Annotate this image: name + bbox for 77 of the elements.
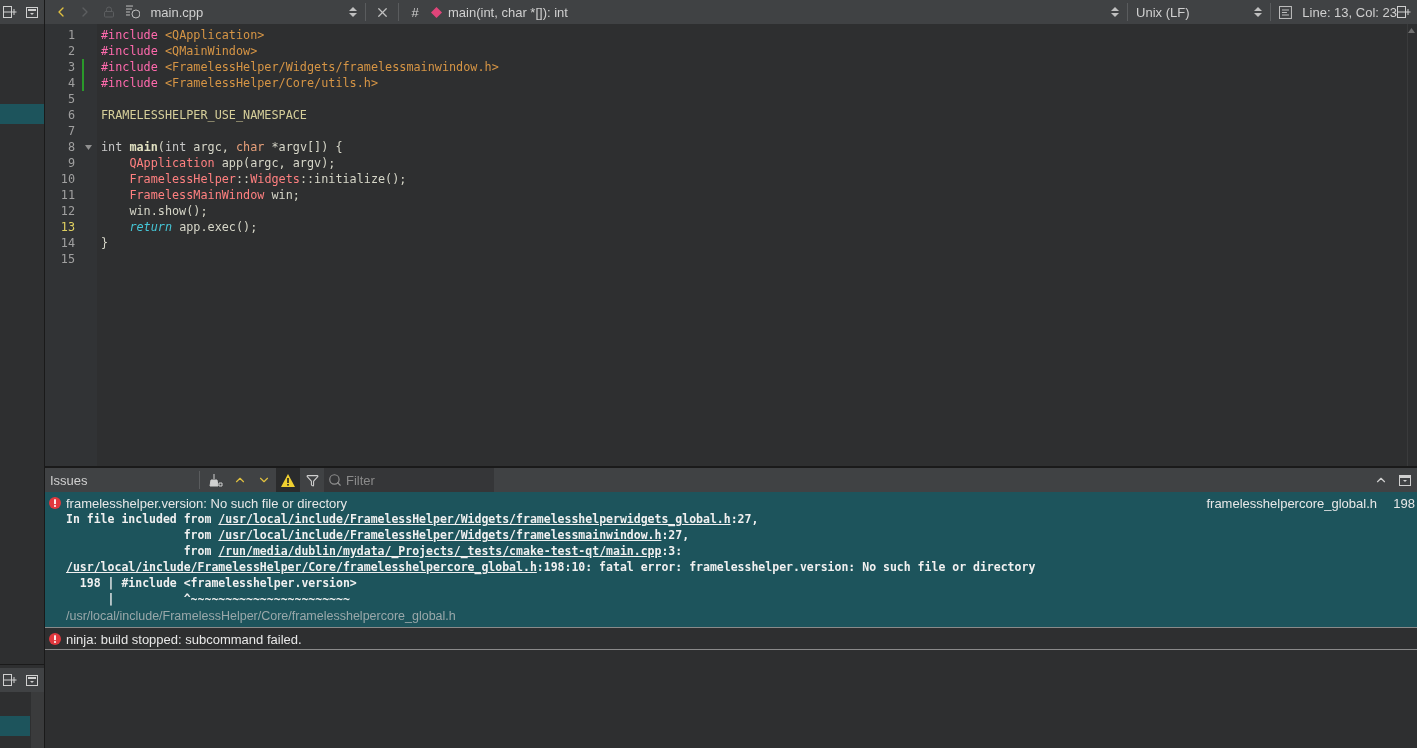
line-number: 2 xyxy=(66,43,76,59)
code-line: #include <QApplication> xyxy=(101,27,265,43)
line-number: 13 xyxy=(59,219,76,235)
file-link[interactable]: /usr/local/include/FramelessHelper/Widgets/framelessmainwindow.h xyxy=(218,528,662,542)
document-icon[interactable] xyxy=(1279,5,1293,19)
compiler-output: from xyxy=(182,544,213,558)
fold-arrow-icon[interactable] xyxy=(85,145,92,150)
split-add-icon[interactable] xyxy=(3,6,17,18)
scrollbar[interactable] xyxy=(31,692,44,748)
file-link[interactable]: /usr/local/include/FramelessHelper/Widgets/framelesshelperwidgets_global.h xyxy=(218,512,731,526)
minimize-panel-icon[interactable] xyxy=(1399,474,1411,486)
code-line: #include <QMainWindow> xyxy=(101,43,258,59)
code-line: FramelessMainWindow win; xyxy=(128,187,300,203)
warning-toggle[interactable] xyxy=(276,468,300,492)
line-number: 10 xyxy=(59,171,76,187)
line-number: 12 xyxy=(59,203,76,219)
compiler-output: :27, xyxy=(730,512,759,526)
issue-item[interactable] xyxy=(45,492,1417,628)
split-add-icon[interactable] xyxy=(3,674,17,686)
diamond-icon xyxy=(431,6,442,18)
panel-icon[interactable] xyxy=(26,674,38,686)
compiler-output: 198 | #include <framelesshelper.version> xyxy=(78,576,357,590)
compiler-output: | ^~~~~~~~~~~~~~~~~~~~~~~~ xyxy=(106,592,350,606)
code-line: FramelessHelper::Widgets::initialize(); xyxy=(128,171,407,187)
updown-arrows-icon xyxy=(1254,6,1263,18)
line-number: 14 xyxy=(59,235,76,251)
code-line: QApplication app(argc, argv); xyxy=(128,155,336,171)
search-icon xyxy=(328,473,342,487)
file-selector[interactable]: main.cpp xyxy=(140,4,362,20)
file-link[interactable]: /usr/local/include/FramelessHelper/Core/framelesshelpercore_global.h xyxy=(66,560,537,574)
broom-icon[interactable] xyxy=(209,473,223,487)
line-number: 5 xyxy=(66,91,76,107)
panel-icon[interactable] xyxy=(26,6,38,18)
compiler-output: from xyxy=(182,528,213,542)
code-line: return app.exec(); xyxy=(128,219,258,235)
line-number: 11 xyxy=(59,187,76,203)
line-number: 8 xyxy=(45,139,97,155)
line-number: 15 xyxy=(59,251,76,267)
line-number: 4 xyxy=(45,75,97,91)
line-number: 6 xyxy=(66,107,76,123)
code-line: int main(int argc, char *argv[]) { xyxy=(101,139,343,155)
issue-file: framelesshelpercore_global.h xyxy=(1206,495,1377,511)
code-line: } xyxy=(101,235,109,251)
line-ending-selector[interactable]: Unix (LF) xyxy=(1132,4,1267,20)
updown-arrows-icon xyxy=(349,6,358,18)
error-icon xyxy=(49,633,61,645)
panel-title: Issues xyxy=(49,472,89,488)
symbol-selector[interactable]: main(int, char *[]): int xyxy=(427,4,1124,20)
scroll-up-arrow-icon[interactable] xyxy=(1408,28,1415,33)
warning-icon xyxy=(281,473,295,487)
compiler-output: In file included from xyxy=(66,512,213,526)
updown-arrows-icon xyxy=(1111,6,1120,18)
compiler-output: :3: xyxy=(661,544,683,558)
filter-field[interactable]: Filter xyxy=(324,468,494,492)
scrollbar[interactable] xyxy=(1407,24,1415,466)
code-line: #include <FramelessHelper/Widgets/framelessmainwindow.h> xyxy=(101,59,499,75)
error-icon xyxy=(49,497,61,509)
cursor-position[interactable]: Line: 13, Col: 23 xyxy=(1302,4,1397,20)
line-number: 7 xyxy=(66,123,76,139)
code-line: #include <FramelessHelper/Core/utils.h> xyxy=(101,75,378,91)
code-line: win.show(); xyxy=(128,203,208,219)
line-number: 3 xyxy=(45,59,97,75)
line-number: 9 xyxy=(66,155,76,171)
file-link[interactable]: /run/media/dublin/mydata/_Projects/_tests/cmake-test-qt/main.cpp xyxy=(218,544,662,558)
issue-item[interactable]: ninja: build stopped: subcommand failed. xyxy=(45,628,1417,650)
issue-message: ninja: build stopped: subcommand failed. xyxy=(66,631,302,647)
issue-line: 198 xyxy=(1392,495,1415,511)
split-add-icon[interactable] xyxy=(1397,6,1411,18)
file-icon xyxy=(124,5,141,19)
issue-message: framelesshelper.version: No such file or directory xyxy=(66,495,348,511)
compiler-output: :198:10: fatal error: framelesshelper.version: No such file or directory xyxy=(536,560,1036,574)
code-line: FRAMELESSHELPER_USE_NAMESPACE xyxy=(101,107,307,123)
hash-button[interactable]: # xyxy=(403,0,427,24)
issue-location: /usr/local/include/FramelessHelper/Core/framelesshelpercore_global.h xyxy=(66,609,456,623)
line-number: 1 xyxy=(66,27,76,43)
filter-icon[interactable] xyxy=(305,473,319,487)
compiler-output: :27, xyxy=(661,528,690,542)
